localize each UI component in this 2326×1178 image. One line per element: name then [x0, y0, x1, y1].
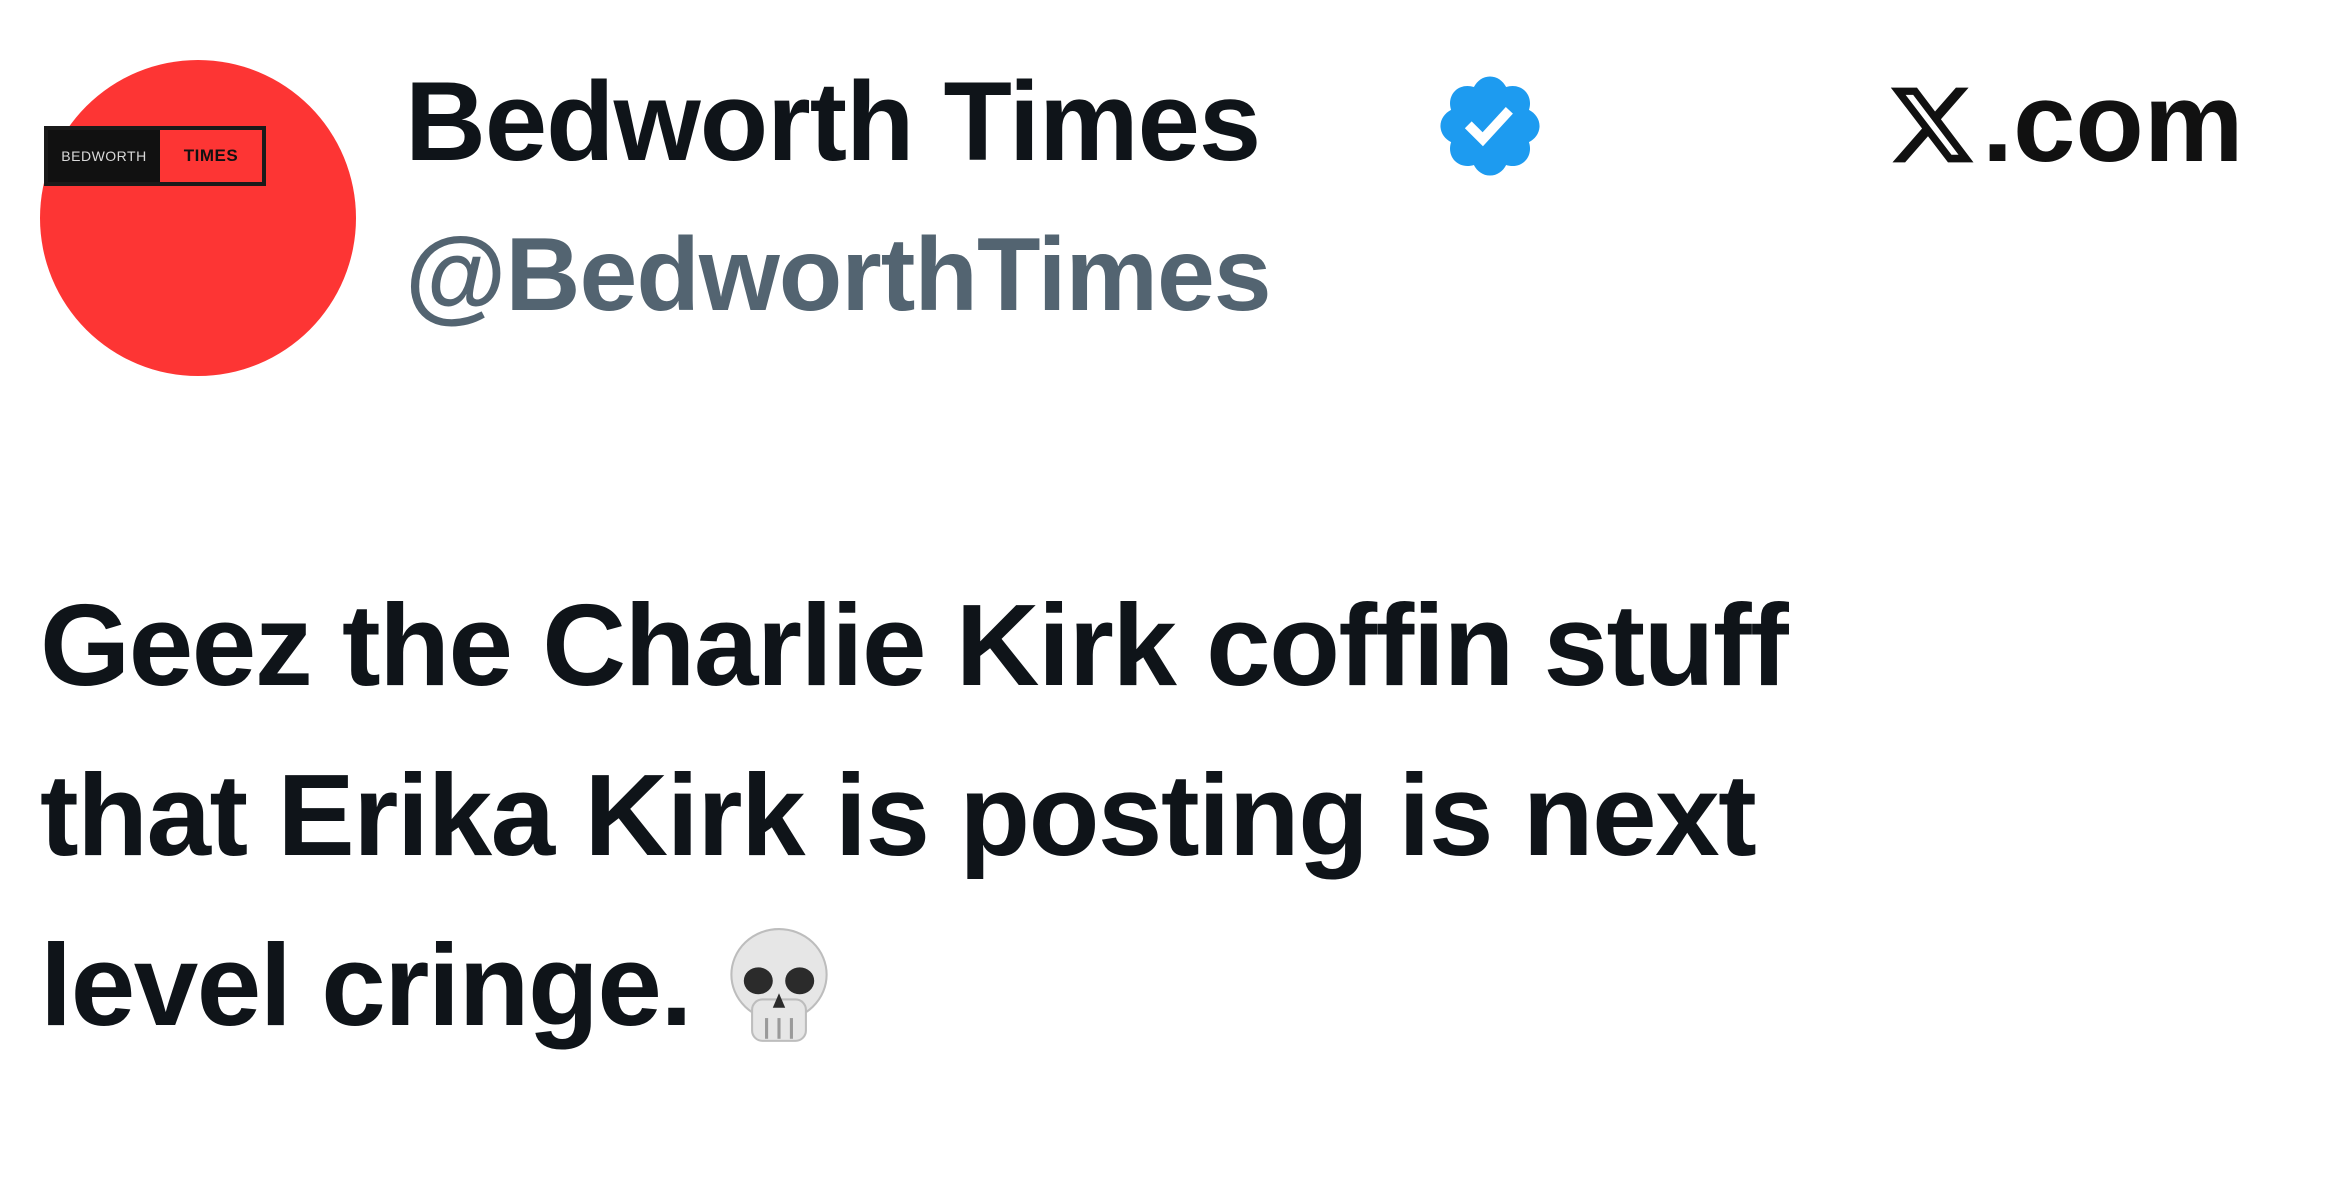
- tweet-line: that Erika Kirk is posting is next: [40, 750, 1757, 880]
- handle[interactable]: @BedworthTimes: [405, 205, 1272, 345]
- tweet-line-text: level cringe.: [40, 920, 693, 1050]
- skull-icon: [730, 928, 828, 1043]
- avatar[interactable]: [40, 60, 356, 376]
- verified-badge-icon: [1440, 76, 1540, 176]
- display-name[interactable]: Bedworth Times: [405, 52, 1261, 192]
- avatar-logo: BEDWORTH TIMES: [44, 126, 266, 186]
- tweet-line: Geez the Charlie Kirk coffin stuff: [40, 580, 1789, 710]
- avatar-logo-right: TIMES: [183, 146, 239, 165]
- x-com-brand: .com: [1886, 52, 2243, 192]
- avatar-logo-left: BEDWORTH: [48, 130, 160, 182]
- tweet-line-last: level cringe.: [40, 900, 2300, 1070]
- site-label: .com: [1982, 59, 2244, 185]
- x-logo-icon: [1890, 87, 1974, 163]
- tweet-text: Geez the Charlie Kirk coffin stuff that …: [40, 560, 2300, 1070]
